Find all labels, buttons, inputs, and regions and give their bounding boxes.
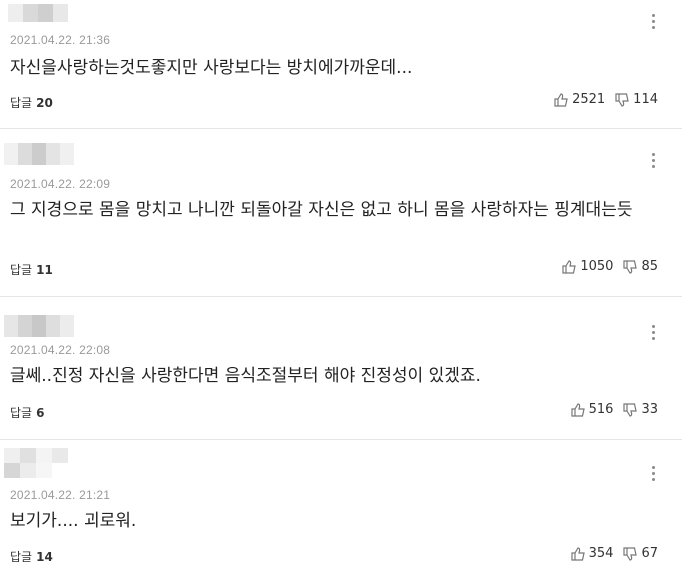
like-count: 1050: [580, 259, 614, 274]
comment-text: 보기가.... 괴로워.: [10, 511, 137, 531]
comment-date: 2021.04.22. 21:21: [10, 488, 111, 502]
more-options-icon[interactable]: [652, 14, 656, 32]
dislike-count: 85: [641, 259, 658, 274]
blurred-username: [4, 4, 94, 30]
thumbs-down-icon: [623, 259, 638, 274]
reply-count: 11: [36, 263, 53, 277]
comment-date: 2021.04.22. 22:09: [10, 177, 111, 191]
dislike-button[interactable]: 85: [623, 259, 658, 274]
like-button[interactable]: 2521: [554, 92, 605, 107]
comment-item: 2021.04.22. 22:09 그 지경으로 몸을 망치고 나니깐 되돌아갈…: [0, 129, 682, 297]
like-button[interactable]: 1050: [562, 259, 613, 274]
like-button[interactable]: 354: [571, 546, 614, 561]
like-count: 516: [588, 402, 614, 417]
reply-count: 14: [36, 550, 53, 564]
comment-item: 2021.04.22. 21:21 보기가.... 괴로워. 답글 14 354 …: [0, 440, 682, 574]
thumbs-up-icon: [562, 259, 577, 274]
reply-button[interactable]: 답글 11: [10, 261, 53, 278]
thumbs-up-icon: [554, 92, 568, 107]
comment-text: 글쎄..진정 자신을 사랑한다면 음식조절부터 해야 진정성이 있겠죠.: [10, 366, 481, 386]
dislike-count: 33: [641, 402, 658, 417]
comment-date: 2021.04.22. 21:36: [10, 33, 111, 47]
reply-label: 답글: [10, 96, 33, 110]
comment-text: 그 지경으로 몸을 망치고 나니깐 되돌아갈 자신은 없고 하니 몸을 사랑하자…: [10, 200, 633, 220]
dislike-button[interactable]: 114: [615, 92, 658, 107]
thumbs-down-icon: [623, 402, 638, 417]
dislike-count: 114: [633, 92, 658, 107]
comment-item: 2021.04.22. 22:08 글쎄..진정 자신을 사랑한다면 음식조절부…: [0, 297, 682, 440]
blurred-username: [4, 143, 94, 169]
thumbs-down-icon: [623, 546, 638, 561]
more-options-icon[interactable]: [652, 466, 656, 484]
blurred-username: [4, 448, 94, 478]
comment-date: 2021.04.22. 22:08: [10, 343, 111, 357]
comment-text: 자신을사랑하는것도좋지만 사랑보다는 방치에가까운데...: [10, 58, 413, 78]
comment-item: 2021.04.22. 21:36 자신을사랑하는것도좋지만 사랑보다는 방치에…: [0, 0, 682, 129]
reply-button[interactable]: 답글 14: [10, 548, 53, 565]
dislike-count: 67: [641, 546, 658, 561]
reply-count: 6: [36, 406, 45, 420]
thumbs-up-icon: [571, 402, 585, 417]
like-count: 2521: [572, 92, 606, 107]
reply-label: 답글: [10, 550, 33, 564]
reply-label: 답글: [10, 263, 33, 277]
reply-label: 답글: [10, 406, 33, 420]
dislike-button[interactable]: 33: [623, 402, 658, 417]
thumbs-up-icon: [571, 546, 585, 561]
reply-button[interactable]: 답글 6: [10, 404, 44, 421]
like-count: 354: [588, 546, 614, 561]
more-options-icon[interactable]: [652, 325, 656, 343]
more-options-icon[interactable]: [652, 153, 656, 171]
reply-count: 20: [36, 96, 53, 110]
reply-button[interactable]: 답글 20: [10, 94, 53, 111]
like-button[interactable]: 516: [571, 402, 614, 417]
thumbs-down-icon: [615, 92, 629, 107]
blurred-username: [4, 315, 94, 341]
dislike-button[interactable]: 67: [623, 546, 658, 561]
